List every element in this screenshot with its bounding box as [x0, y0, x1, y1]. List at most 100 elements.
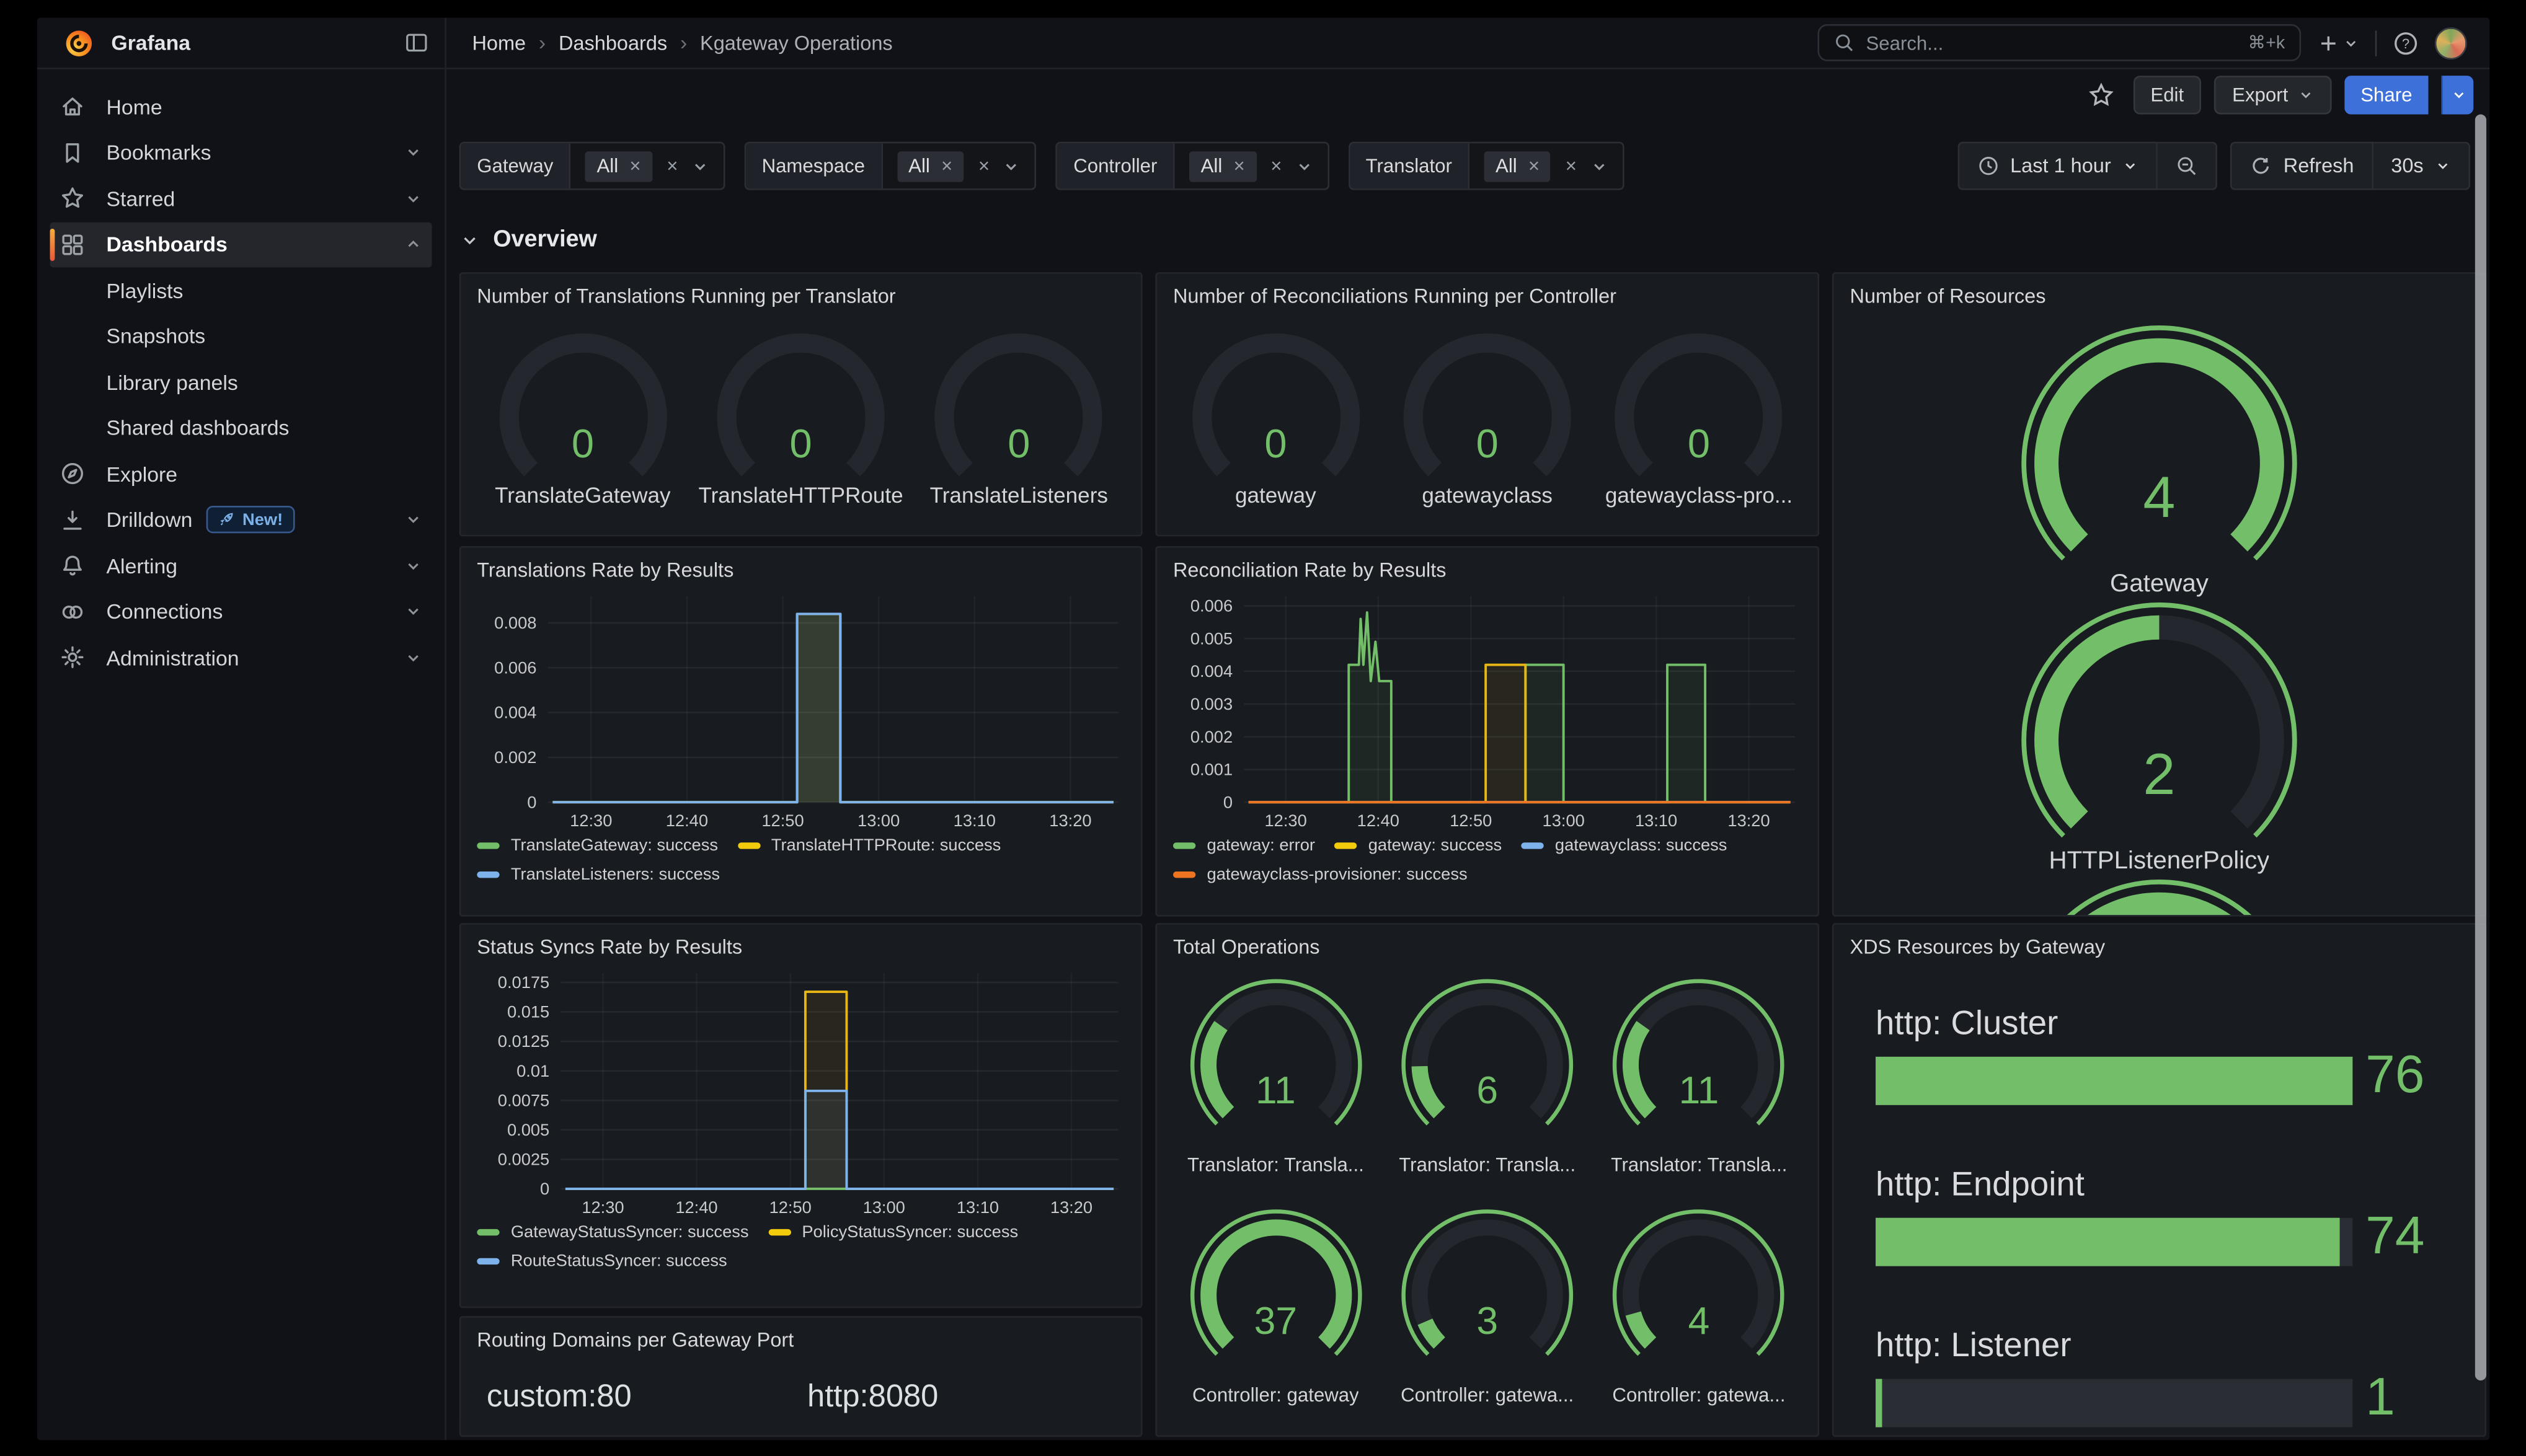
help-button[interactable]: ?: [2393, 30, 2419, 56]
clear-filter-icon[interactable]: ×: [1270, 156, 1282, 175]
gauge: 0TranslateGateway: [474, 332, 691, 507]
chevron-down-icon[interactable]: [404, 649, 422, 667]
refresh-button[interactable]: Refresh: [2230, 142, 2373, 190]
filter-value-chip[interactable]: All×: [585, 151, 652, 181]
sidebar-item-connections[interactable]: Connections: [50, 589, 432, 635]
export-button[interactable]: Export: [2215, 75, 2332, 113]
remove-value-icon[interactable]: ×: [941, 156, 952, 175]
chevron-up-icon[interactable]: [404, 236, 422, 254]
chevron-down-icon[interactable]: [404, 557, 422, 575]
legend-item[interactable]: RouteStatusSyncer: success: [477, 1251, 727, 1271]
clear-filter-icon[interactable]: ×: [978, 156, 990, 175]
sidebar-item-alerting[interactable]: Alerting: [50, 543, 432, 589]
panel-title[interactable]: Translations Rate by Results: [461, 548, 1141, 582]
panel-title[interactable]: Reconciliation Rate by Results: [1157, 548, 1818, 582]
filter-namespace[interactable]: NamespaceAll××: [744, 142, 1036, 190]
legend-label: GatewayStatusSyncer: success: [511, 1223, 749, 1242]
chevron-down-icon[interactable]: [691, 157, 709, 175]
filter-translator[interactable]: TranslatorAll××: [1348, 142, 1623, 190]
legend-label: TranslateListeners: success: [511, 865, 720, 885]
remove-value-icon[interactable]: ×: [629, 156, 640, 175]
breadcrumb-dashboards[interactable]: Dashboards: [559, 32, 667, 54]
edit-button[interactable]: Edit: [2133, 75, 2202, 113]
sidebar-item-explore[interactable]: Explore: [50, 451, 432, 497]
chevron-down-icon[interactable]: [1590, 157, 1608, 175]
panel-title[interactable]: Status Syncs Rate by Results: [461, 925, 1141, 959]
panel-title[interactable]: Total Operations: [1157, 925, 1818, 959]
panel-title[interactable]: Number of Reconciliations Running per Co…: [1157, 274, 1818, 308]
sidebar-item-dashboards[interactable]: Dashboards: [50, 221, 432, 267]
gauge-label: gatewayclass-pro...: [1605, 483, 1793, 508]
chevron-down-icon[interactable]: [1003, 157, 1021, 175]
time-range-picker[interactable]: Last 1 hour: [1957, 142, 2158, 190]
bookmark-icon: [60, 139, 86, 165]
filter-value-chip[interactable]: All×: [1484, 151, 1551, 181]
new-button[interactable]: [2317, 32, 2359, 54]
share-button[interactable]: Share: [2344, 75, 2428, 113]
remove-value-icon[interactable]: ×: [1233, 156, 1244, 175]
remove-value-icon[interactable]: ×: [1528, 156, 1540, 175]
filter-gateway[interactable]: GatewayAll××: [459, 142, 725, 190]
svg-text:0.005: 0.005: [507, 1120, 549, 1139]
star-dashboard-button[interactable]: [2088, 81, 2114, 107]
sidebar-item-snapshots[interactable]: Snapshots: [50, 313, 432, 359]
filter-value-chip[interactable]: All×: [1189, 151, 1256, 181]
legend-item[interactable]: TranslateHTTPRoute: success: [737, 836, 1001, 855]
panel-title[interactable]: Number of Resources: [1833, 274, 2484, 308]
dock-sidebar-icon[interactable]: [404, 30, 428, 55]
legend-item[interactable]: TranslateListeners: success: [477, 865, 720, 885]
sidebar-item-library-panels[interactable]: Library panels: [50, 360, 432, 405]
legend-item[interactable]: gateway: error: [1173, 836, 1315, 855]
avatar[interactable]: [2435, 27, 2467, 59]
gauge-value: 0: [1593, 422, 1804, 469]
bar-label: http: Endpoint: [1876, 1167, 2468, 1205]
legend-item[interactable]: gatewayclass: success: [1521, 836, 1727, 855]
gauge: 2HTTPListenerPolicy: [2002, 599, 2316, 876]
panel-title[interactable]: XDS Resources by Gateway: [1833, 925, 2484, 959]
chevron-down-icon[interactable]: [404, 144, 422, 162]
bar-value: 74: [2365, 1205, 2468, 1266]
legend-swatch: [477, 871, 499, 878]
panel-title[interactable]: Routing Domains per Gateway Port: [461, 1318, 1141, 1352]
breadcrumb-home[interactable]: Home: [472, 32, 526, 54]
chart-legend: GatewayStatusSyncer: success PolicyStatus…: [474, 1218, 1128, 1281]
panel-title[interactable]: Number of Translations Running per Trans…: [461, 274, 1141, 308]
svg-text:12:40: 12:40: [666, 811, 708, 830]
legend-item[interactable]: GatewayStatusSyncer: success: [477, 1223, 748, 1242]
gauge: 6Translator: Transla...: [1381, 976, 1592, 1176]
star-icon: [60, 186, 86, 212]
chevron-down-icon[interactable]: [404, 603, 422, 621]
share-menu-button[interactable]: [2441, 75, 2473, 113]
legend-swatch: [477, 1229, 499, 1235]
filter-value-chip[interactable]: All×: [897, 151, 964, 181]
sidebar-item-playlists[interactable]: Playlists: [50, 267, 432, 313]
sidebar-item-shared-dashboards[interactable]: Shared dashboards: [50, 405, 432, 451]
legend-item[interactable]: TranslateGateway: success: [477, 836, 718, 855]
time-series-chart: 00.00250.0050.00750.010.01250.0150.01751…: [474, 963, 1131, 1218]
legend-item[interactable]: gatewayclass-provisioner: success: [1173, 865, 1468, 885]
zoom-out-button[interactable]: [2158, 142, 2217, 190]
zoom-out-icon: [2176, 154, 2198, 177]
sidebar-item-starred[interactable]: Starred: [50, 175, 432, 221]
scrollbar-thumb[interactable]: [2475, 115, 2486, 1381]
legend-item[interactable]: gateway: success: [1334, 836, 1502, 855]
sidebar-item-bookmarks[interactable]: Bookmarks: [50, 130, 432, 175]
sidebar-item-administration[interactable]: Administration: [50, 635, 432, 681]
chevron-down-icon[interactable]: [1295, 157, 1313, 175]
sidebar-item-home[interactable]: Home: [50, 84, 432, 130]
grafana-logo[interactable]: [63, 27, 95, 59]
chevron-down-icon[interactable]: [404, 190, 422, 208]
refresh-interval-picker[interactable]: 30s: [2373, 142, 2470, 190]
chevron-down-icon[interactable]: [404, 511, 422, 529]
search-input[interactable]: Search... ⌘+k: [1818, 24, 2302, 61]
filter-controller[interactable]: ControllerAll××: [1056, 142, 1329, 190]
clear-filter-icon[interactable]: ×: [667, 156, 678, 175]
clear-filter-icon[interactable]: ×: [1566, 156, 1577, 175]
sidebar-item-drilldown[interactable]: DrilldownNew!: [50, 497, 432, 543]
gauge-value: 11: [1170, 1070, 1381, 1115]
section-overview[interactable]: Overview: [461, 227, 597, 253]
gauge: 0 gatewayclass-pro...: [1593, 332, 1804, 507]
legend-item[interactable]: PolicyStatusSyncer: success: [768, 1223, 1018, 1242]
svg-text:12:40: 12:40: [675, 1198, 717, 1217]
svg-text:0.0175: 0.0175: [498, 973, 549, 992]
